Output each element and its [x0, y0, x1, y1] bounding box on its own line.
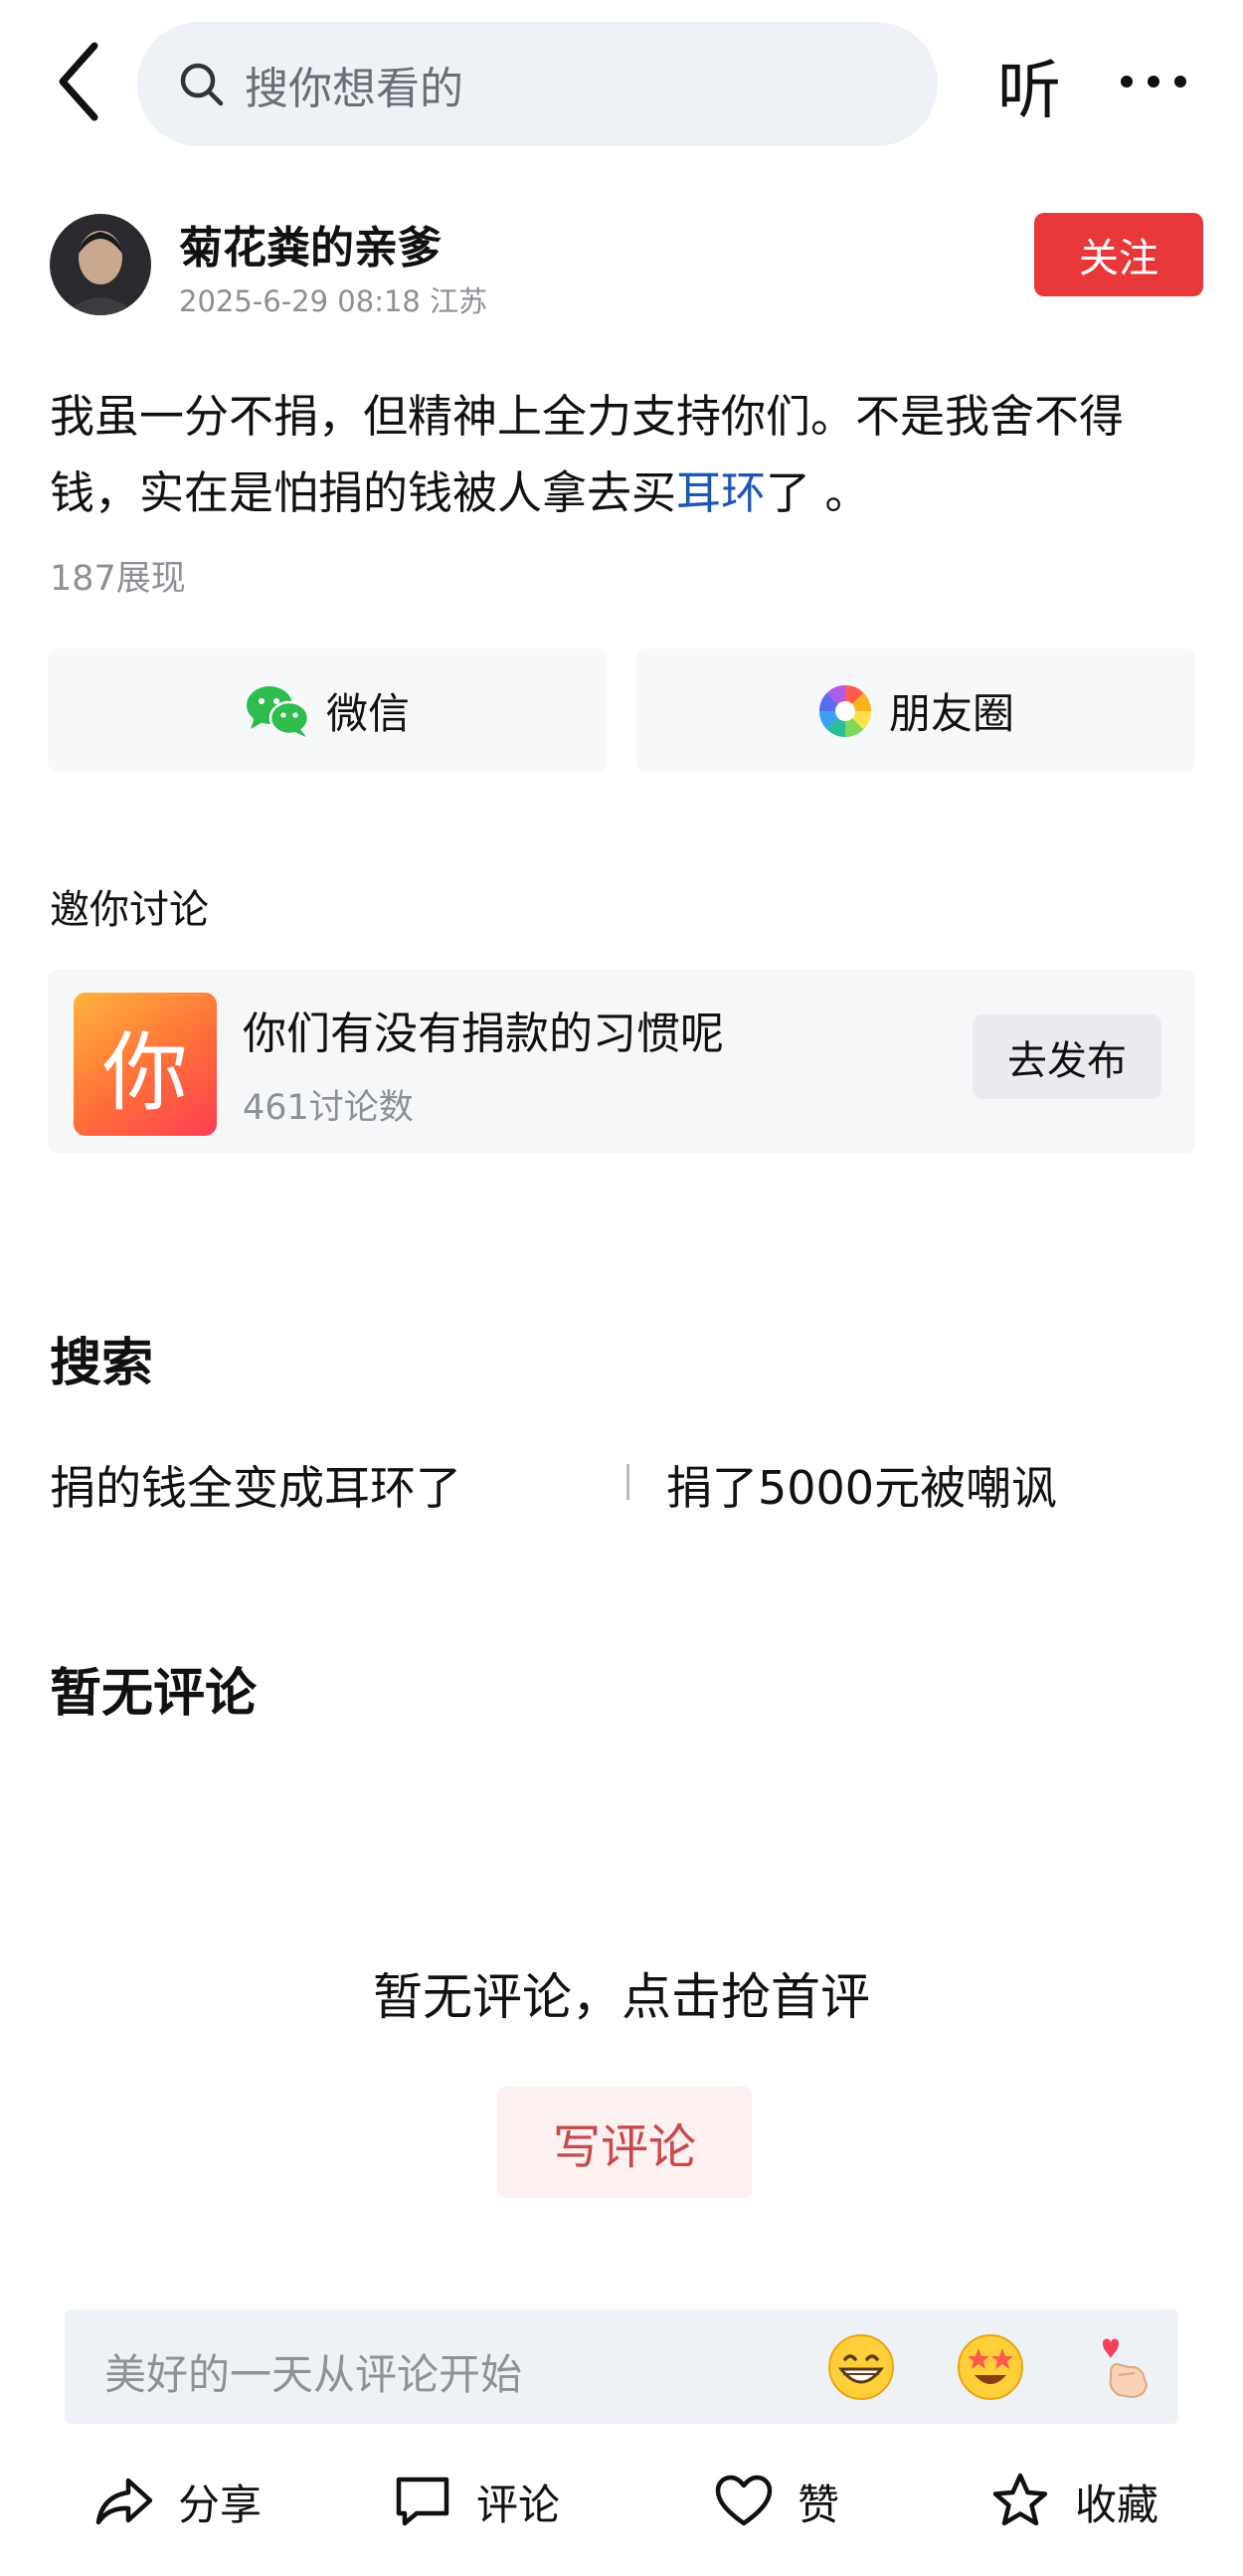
more-icon[interactable] [1119, 72, 1188, 92]
back-icon[interactable] [55, 40, 104, 124]
empty-comments-text: 暂无评论，点击抢首评 [373, 1968, 870, 2026]
view-count: 187展现 [50, 559, 186, 599]
post-meta: 2025-6-29 08:18 江苏 [179, 278, 487, 320]
comment-input[interactable]: 美好的一天从评论开始 [65, 2309, 1178, 2424]
grinning-emoji-icon[interactable] [825, 2331, 897, 2403]
wechat-icon [245, 683, 310, 739]
listen-button[interactable]: 听 [997, 40, 1061, 131]
topic-icon: 你 [74, 993, 217, 1136]
heart-icon [714, 2474, 774, 2529]
share-wechat-button[interactable]: 微信 [48, 648, 607, 773]
search-box[interactable]: 搜你想看的 [137, 22, 938, 146]
topic-count: 461讨论数 [243, 1088, 414, 1128]
like-label: 赞 [798, 2480, 840, 2529]
comment-placeholder: 美好的一天从评论开始 [104, 2350, 523, 2399]
share-wechat-label: 微信 [325, 689, 410, 738]
comment-label: 评论 [476, 2480, 561, 2529]
post-text-start: 我虽一分不捐，但精神上全力支持你们。不是我舍不得钱，实在是怕捐的钱被人拿去买 [50, 390, 1125, 519]
like-button[interactable]: 赞 [714, 2447, 839, 2556]
share-moments-label: 朋友圈 [888, 689, 1014, 738]
follow-button[interactable]: 关注 [1034, 213, 1203, 296]
post-text-end: 了 。 [766, 466, 870, 519]
publish-button[interactable]: 去发布 [973, 1014, 1161, 1099]
star-eyes-emoji-icon[interactable] [955, 2331, 1026, 2403]
star-icon [989, 2472, 1051, 2531]
search-suggestion[interactable]: 捐了5000元被嘲讽 [666, 1452, 1057, 1518]
favorite-label: 收藏 [1075, 2480, 1159, 2529]
search-icon [177, 60, 227, 109]
avatar[interactable] [50, 214, 151, 315]
topic-card[interactable]: 你 你们有没有捐款的习惯呢 461讨论数 去发布 [48, 970, 1195, 1154]
author-name[interactable]: 菊花粪的亲爹 [179, 212, 442, 276]
search-heading: 搜索 [50, 1334, 154, 1393]
share-label: 分享 [178, 2480, 263, 2529]
comments-heading: 暂无评论 [50, 1664, 258, 1724]
invite-title: 邀你讨论 [50, 887, 209, 933]
finger-heart-emoji-icon[interactable] [1089, 2331, 1160, 2403]
moments-icon [817, 683, 873, 739]
search-suggestion[interactable]: 捐的钱全变成耳环了 [50, 1452, 461, 1518]
comment-button[interactable]: 评论 [393, 2447, 560, 2556]
favorite-button[interactable]: 收藏 [989, 2447, 1158, 2556]
comment-icon [393, 2474, 452, 2529]
post-link[interactable]: 耳环 [676, 466, 766, 519]
share-button[interactable]: 分享 [94, 2447, 262, 2556]
post-datetime: 2025-6-29 08:18 [179, 284, 421, 318]
suggestion-divider [626, 1464, 629, 1500]
write-comment-button[interactable]: 写评论 [497, 2087, 752, 2198]
share-icon [94, 2475, 154, 2528]
search-placeholder: 搜你想看的 [245, 63, 463, 114]
share-moments-button[interactable]: 朋友圈 [636, 648, 1195, 773]
post-location: 江苏 [430, 284, 488, 318]
post-body: 我虽一分不捐，但精神上全力支持你们。不是我舍不得钱，实在是怕捐的钱被人拿去买耳环… [50, 378, 1203, 531]
topic-title: 你们有没有捐款的习惯呢 [243, 1009, 724, 1059]
